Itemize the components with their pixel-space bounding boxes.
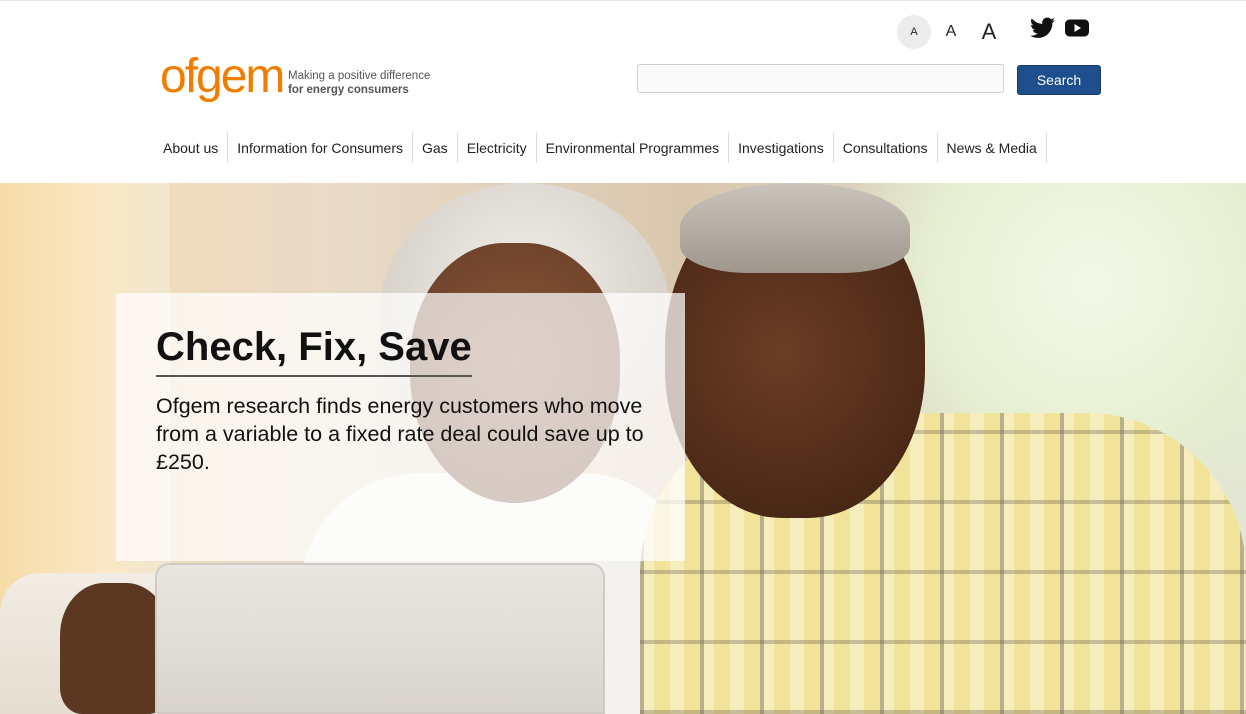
- hero-image-laptop: [155, 563, 605, 714]
- tagline-line-1: Making a positive difference: [288, 70, 431, 82]
- main-navigation: About us Information for Consumers Gas E…: [154, 132, 1047, 163]
- nav-item-information-for-consumers[interactable]: Information for Consumers: [228, 132, 413, 163]
- nav-item-gas[interactable]: Gas: [413, 132, 458, 163]
- tagline-line-2: for energy consumers: [288, 84, 409, 96]
- search-input[interactable]: [637, 64, 1004, 93]
- nav-item-news-media[interactable]: News & Media: [938, 132, 1047, 163]
- nav-item-environmental-programmes[interactable]: Environmental Programmes: [537, 132, 730, 163]
- twitter-icon[interactable]: [1030, 17, 1055, 44]
- ofgem-logo[interactable]: ofgem: [160, 53, 285, 101]
- youtube-icon[interactable]: [1065, 19, 1089, 42]
- font-size-small-button[interactable]: A: [897, 15, 931, 49]
- hero-description: Ofgem research finds energy customers wh…: [156, 394, 644, 474]
- font-size-medium-button[interactable]: A: [931, 15, 971, 49]
- nav-item-consultations[interactable]: Consultations: [834, 132, 938, 163]
- hero-banner[interactable]: Check, Fix, Save Ofgem research finds en…: [0, 183, 1246, 714]
- site-header: A A A ofgem Making a positive difference…: [0, 0, 1246, 183]
- nav-item-investigations[interactable]: Investigations: [729, 132, 834, 163]
- hero-title[interactable]: Check, Fix, Save: [156, 325, 472, 377]
- brand-tagline: Making a positive difference for energy …: [288, 69, 430, 97]
- hero-image-man-hair: [680, 183, 910, 273]
- font-size-controls: A A A: [897, 15, 1007, 49]
- social-links: [1030, 17, 1089, 44]
- hero-image-hand: [60, 583, 170, 714]
- nav-item-electricity[interactable]: Electricity: [458, 132, 537, 163]
- font-size-large-button[interactable]: A: [971, 15, 1007, 49]
- nav-item-about-us[interactable]: About us: [154, 132, 229, 163]
- hero-text-panel: Check, Fix, Save Ofgem research finds en…: [116, 293, 685, 561]
- search-button[interactable]: Search: [1017, 65, 1101, 95]
